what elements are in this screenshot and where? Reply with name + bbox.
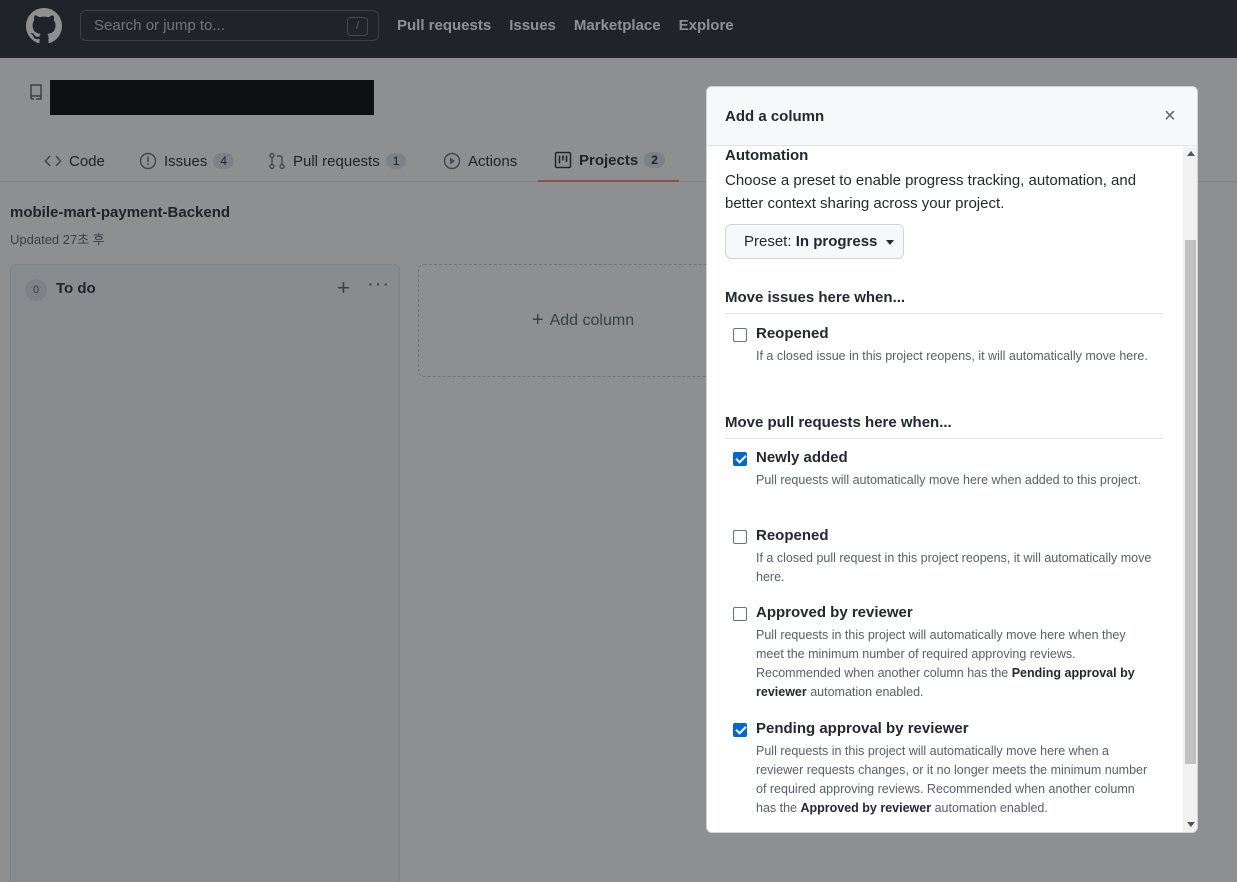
option-description: If a closed pull request in this project… [756, 551, 1152, 584]
preset-label: Preset: [744, 233, 792, 250]
close-icon[interactable]: × [1164, 105, 1176, 128]
checkbox-checked[interactable] [733, 723, 747, 737]
scroll-down-arrow-icon[interactable] [1187, 822, 1195, 827]
option-label: Reopened [756, 325, 829, 342]
automation-title: Automation [725, 147, 809, 164]
desc-bold: Approved by reviewer [800, 801, 932, 815]
dialog-body: Automation Choose a preset to enable pro… [707, 147, 1183, 832]
automation-description: Choose a preset to enable progress track… [725, 172, 1137, 212]
scroll-up-arrow-icon[interactable] [1187, 151, 1195, 156]
preset-value: In progress [795, 233, 878, 250]
checkbox[interactable] [733, 607, 747, 621]
issues-section-heading: Move issues here when... [725, 289, 1163, 314]
option-description: Pull requests will automatically move he… [756, 473, 1141, 487]
option-label: Reopened [756, 527, 829, 544]
dialog-title: Add a column [725, 108, 825, 125]
checkbox[interactable] [733, 530, 747, 544]
option-label: Pending approval by reviewer [756, 720, 969, 737]
dialog-header: Add a column × [707, 87, 1197, 146]
checkbox-checked[interactable] [733, 452, 747, 466]
prs-section-heading: Move pull requests here when... [725, 414, 1163, 439]
dialog-scrollbar[interactable] [1183, 147, 1197, 832]
option-description: Pull requests in this project will autom… [756, 742, 1156, 818]
preset-dropdown[interactable]: Preset: In progress [725, 224, 904, 259]
option-label: Newly added [756, 449, 848, 466]
option-description: If a closed issue in this project reopen… [756, 349, 1148, 363]
desc-text: automation enabled. [931, 801, 1048, 815]
add-column-dialog: Add a column × Automation Choose a prese… [706, 86, 1198, 833]
option-label: Approved by reviewer [756, 604, 913, 621]
desc-text: automation enabled. [806, 685, 924, 699]
checkbox[interactable] [733, 328, 747, 342]
option-description: Pull requests in this project will autom… [756, 626, 1156, 702]
scroll-thumb[interactable] [1185, 240, 1196, 764]
caret-down-icon [885, 239, 894, 245]
